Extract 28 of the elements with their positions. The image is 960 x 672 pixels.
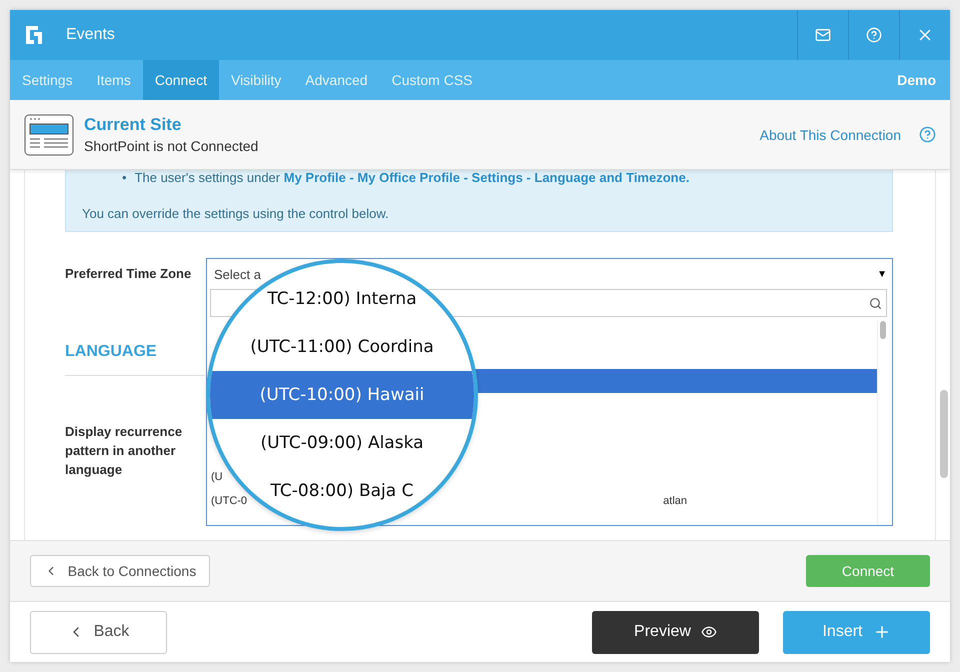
option-text[interactable]: (UTC-0 xyxy=(211,495,248,507)
option-text[interactable]: (UTC-09:00) Alaska xyxy=(260,433,424,453)
eye-icon xyxy=(700,624,717,640)
scrollbar-thumb[interactable] xyxy=(940,390,948,478)
bullet-marker: • xyxy=(122,170,127,186)
help-icon[interactable] xyxy=(919,126,936,143)
option-text[interactable]: TC-08:00) Baja C xyxy=(270,481,414,501)
search-icon xyxy=(869,296,882,310)
option-text[interactable]: TC-12:00) Interna xyxy=(267,289,417,309)
field-label: Preferred Time Zone xyxy=(65,265,192,283)
info-text: The user's settings under My Profile - My Office Profile - Settings - Language and Timezone. xyxy=(134,170,690,186)
site-icon xyxy=(24,114,74,156)
back-to-connections-button[interactable]: Back to Connections xyxy=(30,555,210,587)
option-text[interactable]: (UTC-11:00) Coordina xyxy=(250,337,434,357)
window-title: Events xyxy=(66,26,116,44)
site-title: Current Site xyxy=(84,115,182,135)
caret-icon: ▼ xyxy=(877,268,887,280)
preview-button[interactable]: Preview xyxy=(592,610,759,654)
field-label: Display recurrence pattern in another language xyxy=(65,423,184,479)
option-text[interactable]: atlan xyxy=(663,495,687,507)
option-text[interactable]: (U xyxy=(211,471,223,483)
scrollbar-thumb[interactable] xyxy=(880,321,886,339)
info-note: You can override the settings using the control below. xyxy=(82,206,390,221)
select-placeholder: Select a xyxy=(214,266,261,282)
connection-status: ShortPoint is not Connected xyxy=(84,138,258,154)
mode-label: Demo xyxy=(897,72,936,88)
section-heading: LANGUAGE xyxy=(65,343,158,361)
back-button[interactable]: Back xyxy=(30,610,167,654)
